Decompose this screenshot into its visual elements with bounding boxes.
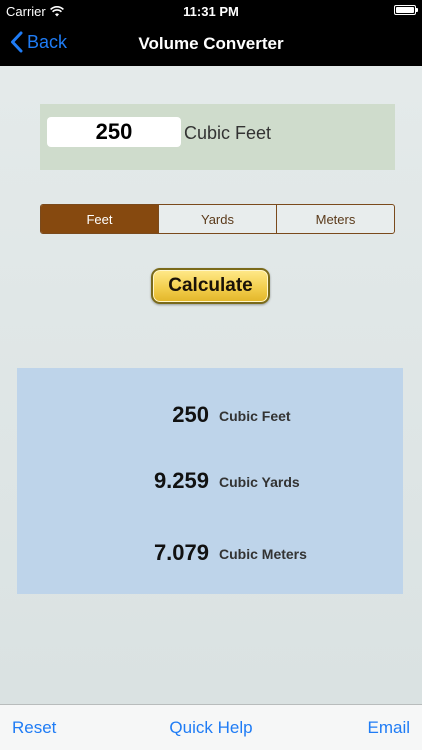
status-bar: Carrier 11:31 PM <box>0 0 422 22</box>
status-time: 11:31 PM <box>183 4 239 19</box>
segment-feet[interactable]: Feet <box>41 205 159 233</box>
result-row-cubic-yards: 9.259 Cubic Yards <box>17 468 403 498</box>
quick-help-button[interactable]: Quick Help <box>169 718 252 737</box>
page-title: Volume Converter <box>138 34 284 53</box>
unit-segmented-control: Feet Yards Meters <box>40 204 395 234</box>
result-value: 250 <box>172 402 209 427</box>
input-panel: Cubic Feet <box>40 104 395 170</box>
result-unit: Cubic Meters <box>219 546 307 562</box>
segment-meters[interactable]: Meters <box>277 205 394 233</box>
main-content: Cubic Feet Feet Yards Meters Calculate 2… <box>0 66 422 704</box>
email-button[interactable]: Email <box>367 718 410 738</box>
volume-input[interactable] <box>47 117 181 147</box>
results-panel: 250 Cubic Feet 9.259 Cubic Yards 7.079 C… <box>17 368 403 594</box>
battery-icon <box>394 5 418 15</box>
segment-yards[interactable]: Yards <box>159 205 277 233</box>
calculate-button[interactable]: Calculate <box>151 268 270 304</box>
bottom-toolbar: Reset Quick Help Email <box>0 704 422 750</box>
reset-button[interactable]: Reset <box>12 718 56 738</box>
result-unit: Cubic Yards <box>219 474 300 490</box>
input-unit-label: Cubic Feet <box>184 123 272 143</box>
result-unit: Cubic Feet <box>219 408 291 424</box>
result-row-cubic-meters: 7.079 Cubic Meters <box>17 540 403 570</box>
result-row-cubic-feet: 250 Cubic Feet <box>17 402 403 432</box>
result-value: 9.259 <box>153 468 209 493</box>
navigation-bar: Back Volume Converter <box>0 22 422 66</box>
toolbar-center-wrap: Quick Help <box>0 718 422 738</box>
result-value: 7.079 <box>153 540 209 565</box>
